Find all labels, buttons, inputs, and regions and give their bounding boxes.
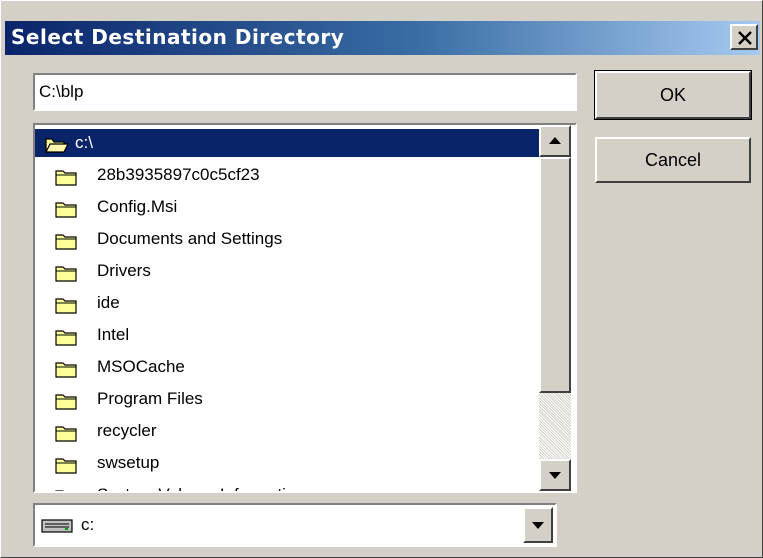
folder-list[interactable]: c:\ 28b3935897c0c5cf23 Config.Msi Document… xyxy=(33,123,577,493)
drive-dropdown-button[interactable] xyxy=(523,507,553,543)
folder-icon xyxy=(55,327,77,355)
folder-icon xyxy=(55,455,77,483)
drive-select[interactable]: c: xyxy=(33,503,557,547)
scroll-track[interactable] xyxy=(539,393,571,459)
cancel-button[interactable]: Cancel xyxy=(595,137,751,183)
folder-label: 28b3935897c0c5cf23 xyxy=(97,165,260,184)
close-button[interactable] xyxy=(730,24,758,50)
path-input[interactable] xyxy=(33,73,577,111)
folder-label: swsetup xyxy=(97,453,160,472)
folder-label: Program Files xyxy=(97,389,203,408)
arrow-up-icon xyxy=(549,137,561,144)
drive-select-value: c: xyxy=(81,515,95,534)
folder-rows: c:\ 28b3935897c0c5cf23 Config.Msi Document… xyxy=(35,125,539,491)
folder-icon xyxy=(55,487,77,491)
selected-folder-label: c:\ xyxy=(75,133,93,152)
folder-icon xyxy=(55,295,77,323)
select-destination-dialog: Select Destination Directory OK Cancel c… xyxy=(0,0,763,558)
list-item-selected[interactable]: c:\ xyxy=(35,129,539,157)
scroll-up-button[interactable] xyxy=(539,125,571,157)
folder-icon xyxy=(55,167,77,195)
folder-label: recycler xyxy=(97,421,157,440)
folder-icon xyxy=(55,263,77,291)
folder-icon xyxy=(55,423,77,451)
drive-icon xyxy=(41,518,73,539)
folder-label: System Volume Information xyxy=(97,481,305,491)
folder-label: Drivers xyxy=(97,261,151,280)
folder-icon xyxy=(55,359,77,387)
arrow-down-icon xyxy=(549,472,561,479)
folder-label: Intel xyxy=(97,325,130,344)
folder-icon xyxy=(55,391,77,419)
folder-label: MSOCache xyxy=(97,357,185,376)
vertical-scrollbar[interactable] xyxy=(539,125,571,491)
open-folder-icon xyxy=(45,135,69,163)
folder-icon xyxy=(55,231,77,259)
folder-label: Documents and Settings xyxy=(97,229,283,248)
ok-button[interactable]: OK xyxy=(594,70,752,120)
folder-label: ide xyxy=(97,293,120,312)
chevron-down-icon xyxy=(532,522,544,529)
title-bar[interactable]: Select Destination Directory xyxy=(5,21,760,55)
scroll-down-button[interactable] xyxy=(539,459,571,491)
scroll-thumb[interactable] xyxy=(539,157,571,393)
folder-label: Config.Msi xyxy=(97,197,178,216)
folder-icon xyxy=(55,199,77,227)
dialog-title: Select Destination Directory xyxy=(11,25,345,49)
close-icon xyxy=(738,31,752,45)
